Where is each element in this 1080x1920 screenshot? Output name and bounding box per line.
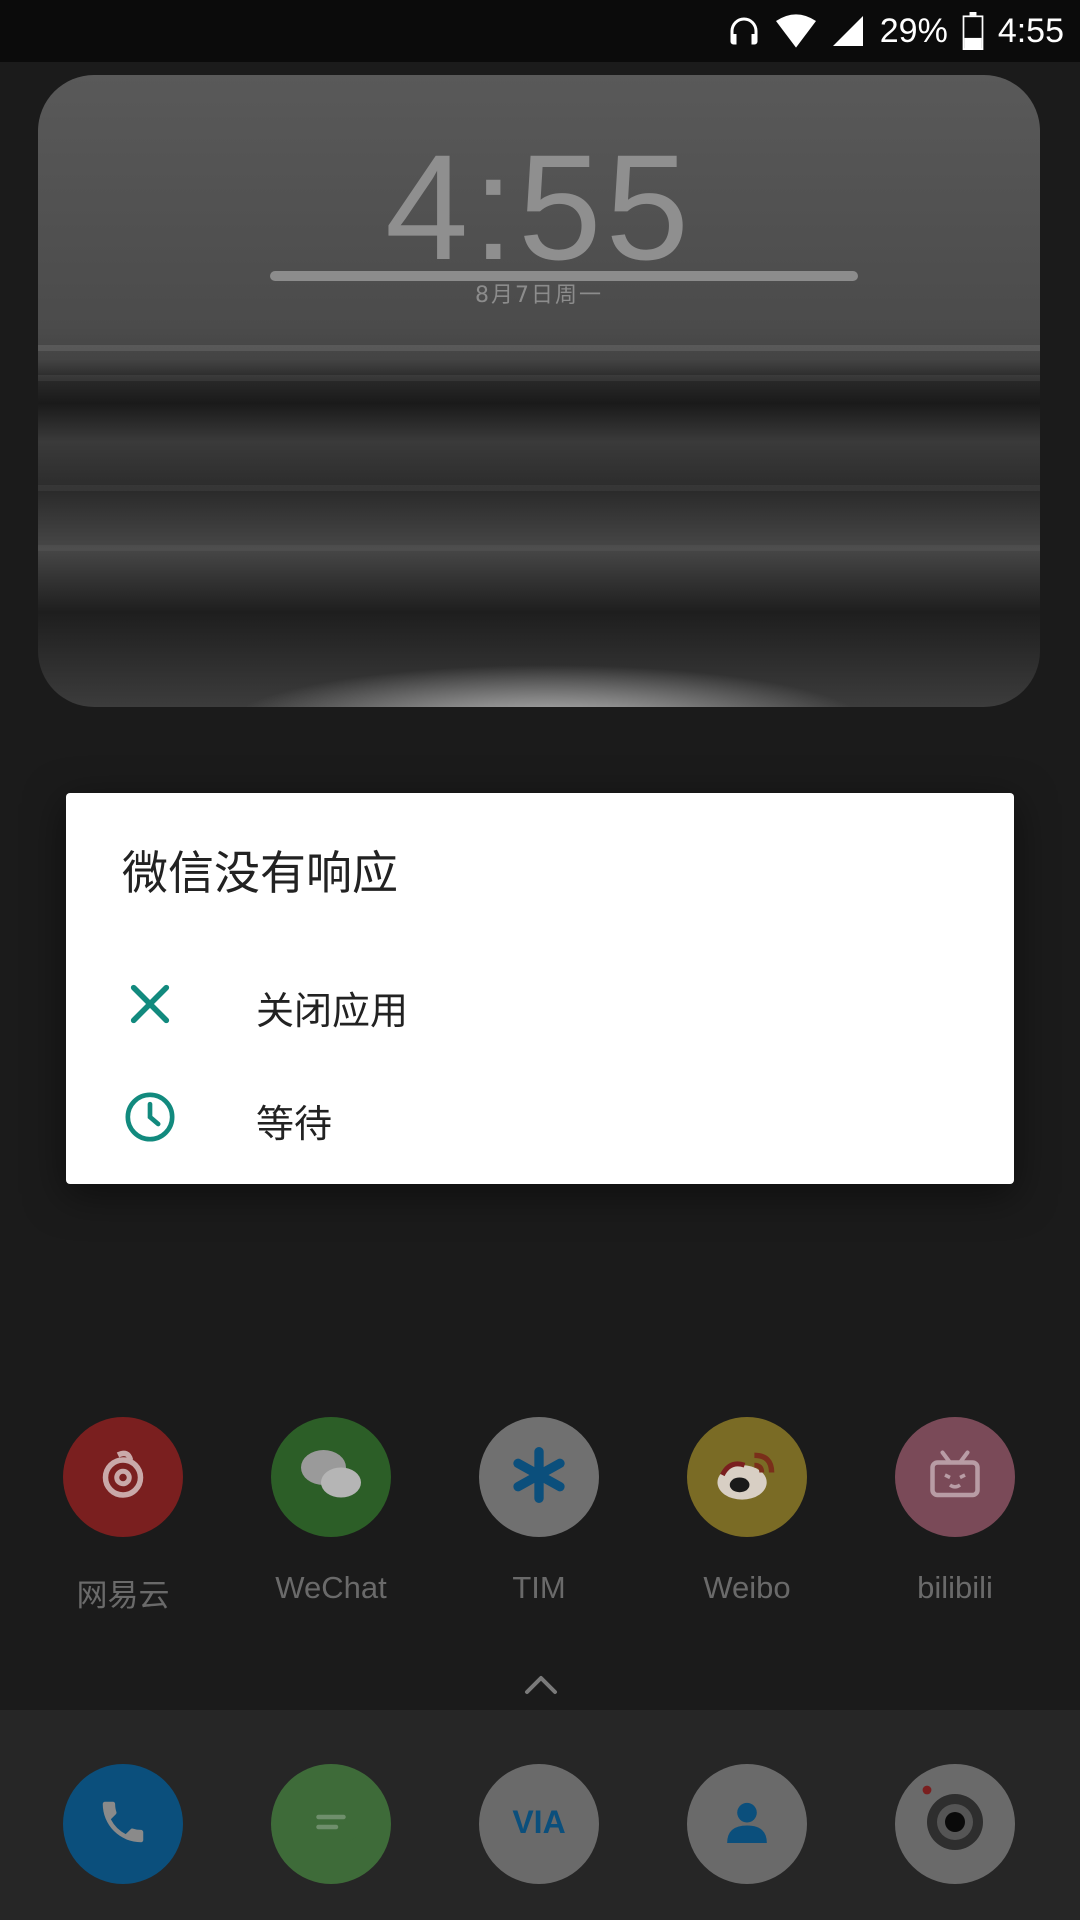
tim-icon: [511, 1447, 567, 1507]
close-app-option[interactable]: 关闭应用: [66, 948, 1014, 1058]
wifi-icon: [775, 13, 816, 49]
via-browser-icon: VIA: [494, 1802, 584, 1846]
chevron-up-icon[interactable]: [524, 1673, 558, 1699]
wechat-icon: [296, 1445, 366, 1509]
battery-icon: [962, 12, 984, 50]
dock-messages[interactable]: [271, 1764, 391, 1884]
app-netease-music[interactable]: [63, 1417, 183, 1537]
dock-contacts[interactable]: [687, 1764, 807, 1884]
close-icon: [122, 976, 178, 1032]
dock-via-browser[interactable]: VIA: [479, 1764, 599, 1884]
app-label-netease: 网易云: [76, 1578, 170, 1613]
battery-percent: 29%: [879, 11, 948, 50]
netease-music-icon: [93, 1445, 153, 1509]
app-weibo[interactable]: [687, 1417, 807, 1537]
app-bilibili[interactable]: [895, 1417, 1015, 1537]
app-label-wechat: WeChat: [275, 1570, 387, 1605]
weibo-icon: [715, 1447, 779, 1507]
phone-icon: [96, 1795, 150, 1853]
app-tim[interactable]: [479, 1417, 599, 1537]
camera-icon: [915, 1782, 995, 1866]
app-label-bilibili: bilibili: [917, 1570, 993, 1605]
status-time: 4:55: [997, 11, 1064, 50]
headphones-icon: [726, 13, 762, 49]
app-wechat[interactable]: [271, 1417, 391, 1537]
dock-phone[interactable]: [63, 1764, 183, 1884]
widget-clock-time: 4:55: [385, 123, 693, 291]
messages-icon: [301, 1792, 361, 1856]
app-label-tim: TIM: [512, 1570, 566, 1605]
widget-date: 8月7日周一: [475, 283, 603, 308]
wait-option[interactable]: 等待: [66, 1061, 1014, 1171]
via-text: VIA: [512, 1804, 565, 1840]
cell-signal-icon: [830, 13, 866, 49]
dock-camera[interactable]: [895, 1764, 1015, 1884]
contacts-icon: [719, 1794, 775, 1854]
wait-label: 等待: [256, 1102, 333, 1146]
close-app-label: 关闭应用: [256, 989, 409, 1033]
status-bar: 29% 4:55: [0, 0, 1080, 62]
clock-icon: [122, 1089, 178, 1145]
clock-widget[interactable]: 4:55 8月7日周一: [38, 75, 1040, 707]
dialog-title: 微信没有响应: [122, 846, 398, 900]
app-label-weibo: Weibo: [703, 1570, 791, 1605]
bilibili-icon: [925, 1447, 985, 1507]
app-not-responding-dialog: 微信没有响应 关闭应用 等待: [66, 793, 1014, 1184]
